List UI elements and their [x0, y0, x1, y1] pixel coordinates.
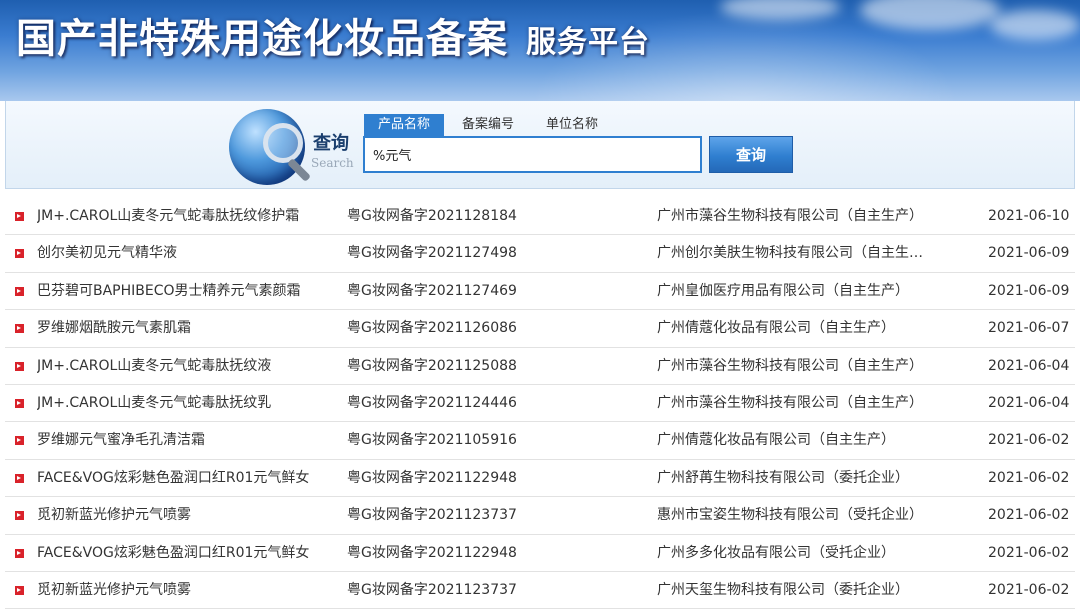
company-name: 广州市藻谷生物科技有限公司（自主生产）: [657, 357, 923, 374]
site-title-sub: 服务平台: [526, 25, 650, 60]
bullet-arrow-icon: [15, 324, 24, 334]
bullet-arrow-icon: [15, 398, 24, 408]
results-list: JM+.CAROL山麦冬元气蛇毒肽抚纹修护霜 粤G妆网备字2021128184 …: [5, 198, 1075, 610]
list-item[interactable]: JM+.CAROL山麦冬元气蛇毒肽抚纹液 粤G妆网备字2021125088 广州…: [5, 348, 1075, 385]
search-tabs: 产品名称 备案编号 单位名称: [364, 114, 616, 136]
search-button[interactable]: 查询: [709, 136, 793, 173]
company-name: 广州市藻谷生物科技有限公司（自主生产）: [657, 394, 923, 411]
list-item[interactable]: 罗维娜烟酰胺元气素肌霜 粤G妆网备字2021126086 广州倩蔻化妆品有限公司…: [5, 310, 1075, 348]
bullet-arrow-icon: [15, 511, 24, 521]
search-panel: 查询 Search 产品名称 备案编号 单位名称 查询: [5, 101, 1075, 189]
record-date: 2021-06-02: [988, 432, 1070, 449]
record-date: 2021-06-02: [988, 469, 1070, 486]
company-name: 广州市藻谷生物科技有限公司（自主生产）: [657, 208, 923, 224]
record-number: 粤G妆网备字2021124446: [347, 394, 517, 411]
product-name-link[interactable]: JM+.CAROL山麦冬元气蛇毒肽抚纹乳: [37, 385, 337, 422]
record-date: 2021-06-04: [988, 394, 1070, 411]
record-date: 2021-06-09: [988, 282, 1070, 299]
product-name-link[interactable]: JM+.CAROL山麦冬元气蛇毒肽抚纹修护霜: [37, 198, 337, 235]
product-name-link[interactable]: FACE&VOG炫彩魅色盈润口红R01元气鲜女: [37, 460, 337, 497]
bullet-arrow-icon: [15, 585, 24, 595]
bullet-arrow-icon: [15, 548, 24, 558]
record-number: 粤G妆网备字2021123737: [347, 581, 517, 598]
tab-record-number[interactable]: 备案编号: [448, 114, 528, 136]
product-name-link[interactable]: 罗维娜元气蜜净毛孔清洁霜: [37, 422, 337, 459]
company-name: 广州倩蔻化妆品有限公司（自主生产）: [657, 432, 895, 449]
product-name-link[interactable]: FACE&VOG炫彩魅色盈润口红R01元气鲜女: [37, 535, 337, 572]
company-name: 广州创尔美肤生物科技有限公司（自主生…: [657, 245, 923, 262]
record-date: 2021-06-02: [988, 581, 1070, 598]
record-number: 粤G妆网备字2021127469: [347, 282, 517, 299]
record-date: 2021-06-02: [988, 544, 1070, 561]
site-title-main: 国产非特殊用途化妆品备案: [16, 15, 508, 62]
bullet-arrow-icon: [15, 249, 24, 259]
list-item[interactable]: 创尔美初见元气精华液 粤G妆网备字2021127498 广州创尔美肤生物科技有限…: [5, 235, 1075, 273]
record-number: 粤G妆网备字2021125088: [347, 357, 517, 374]
company-name: 广州舒苒生物科技有限公司（委托企业）: [657, 469, 909, 486]
record-date: 2021-06-10: [988, 208, 1070, 224]
company-name: 广州倩蔻化妆品有限公司（自主生产）: [657, 320, 895, 337]
list-item[interactable]: 觅初新蓝光修护元气喷雾 粤G妆网备字2021123737 广州天玺生物科技有限公…: [5, 572, 1075, 610]
company-name: 广州天玺生物科技有限公司（委托企业）: [657, 581, 909, 598]
search-logo-label-en: Search: [311, 156, 354, 170]
search-logo: 查询 Search: [229, 105, 359, 185]
record-date: 2021-06-07: [988, 320, 1070, 337]
record-number: 粤G妆网备字2021122948: [347, 469, 517, 486]
list-item[interactable]: 觅初新蓝光修护元气喷雾 粤G妆网备字2021123737 惠州市宝姿生物科技有限…: [5, 497, 1075, 535]
search-logo-label: 查询: [313, 133, 349, 154]
record-number: 粤G妆网备字2021127498: [347, 245, 517, 262]
bullet-arrow-icon: [15, 436, 24, 446]
company-name: 惠州市宝姿生物科技有限公司（受托企业）: [657, 507, 923, 524]
company-name: 广州皇伽医疗用品有限公司（自主生产）: [657, 282, 909, 299]
cloud-decoration: [990, 10, 1080, 40]
record-number: 粤G妆网备字2021122948: [347, 544, 517, 561]
search-input[interactable]: [363, 136, 702, 173]
tab-product-name[interactable]: 产品名称: [364, 114, 445, 136]
product-name-link[interactable]: JM+.CAROL山麦冬元气蛇毒肽抚纹液: [37, 348, 337, 385]
record-date: 2021-06-09: [988, 245, 1070, 262]
record-number: 粤G妆网备字2021123737: [347, 507, 517, 524]
product-name-link[interactable]: 巴芬碧可BAPHIBECO男士精养元气素颜霜: [37, 273, 337, 310]
list-item[interactable]: JM+.CAROL山麦冬元气蛇毒肽抚纹修护霜 粤G妆网备字2021128184 …: [5, 198, 1075, 236]
list-item[interactable]: FACE&VOG炫彩魅色盈润口红R01元气鲜女 粤G妆网备字2021122948…: [5, 460, 1075, 498]
bullet-arrow-icon: [15, 286, 24, 296]
record-date: 2021-06-02: [988, 507, 1070, 524]
product-name-link[interactable]: 创尔美初见元气精华液: [37, 235, 337, 272]
record-number: 粤G妆网备字2021126086: [347, 320, 517, 337]
tab-company-name[interactable]: 单位名称: [532, 114, 612, 136]
record-date: 2021-06-04: [988, 357, 1070, 374]
product-name-link[interactable]: 觅初新蓝光修护元气喷雾: [37, 572, 337, 609]
record-number: 粤G妆网备字2021105916: [347, 432, 517, 449]
list-item[interactable]: 罗维娜元气蜜净毛孔清洁霜 粤G妆网备字2021105916 广州倩蔻化妆品有限公…: [5, 422, 1075, 460]
record-number: 粤G妆网备字2021128184: [347, 208, 517, 224]
product-name-link[interactable]: 觅初新蓝光修护元气喷雾: [37, 497, 337, 534]
bullet-arrow-icon: [15, 361, 24, 371]
magnifier-icon: [263, 123, 303, 163]
header-banner: 国产非特殊用途化妆品备案 服务平台: [0, 0, 1080, 101]
list-item[interactable]: FACE&VOG炫彩魅色盈润口红R01元气鲜女 粤G妆网备字2021122948…: [5, 535, 1075, 572]
bullet-arrow-icon: [15, 473, 24, 483]
company-name: 广州多多化妆品有限公司（受托企业）: [657, 544, 895, 561]
list-item[interactable]: JM+.CAROL山麦冬元气蛇毒肽抚纹乳 粤G妆网备字2021124446 广州…: [5, 385, 1075, 423]
product-name-link[interactable]: 罗维娜烟酰胺元气素肌霜: [37, 310, 337, 347]
list-item[interactable]: 巴芬碧可BAPHIBECO男士精养元气素颜霜 粤G妆网备字2021127469 …: [5, 273, 1075, 311]
bullet-arrow-icon: [15, 212, 24, 221]
site-title: 国产非特殊用途化妆品备案 服务平台: [16, 6, 650, 62]
